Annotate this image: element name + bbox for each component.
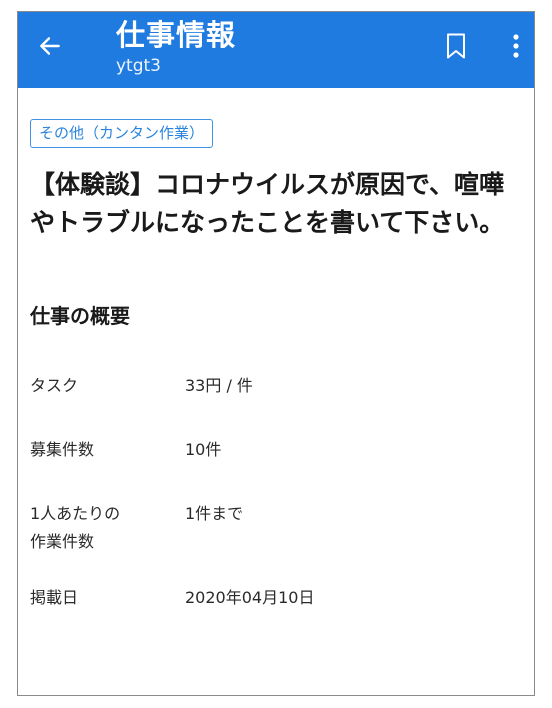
detail-label-task: タスク <box>30 376 79 395</box>
page-subtitle: ytgt3 <box>116 56 161 76</box>
bookmark-outline-icon <box>444 32 468 64</box>
app-bar-titles: 仕事情報 ytgt3 <box>116 16 236 78</box>
detail-row-posted-date: 掲載日 2020年04月10日 <box>30 584 534 612</box>
job-title: 【体験談】コロナウイルスが原因で、喧嘩やトラブルになったことを書いて下さい。 <box>30 170 505 237</box>
detail-label-recruit-count: 募集件数 <box>30 440 95 459</box>
app-bar: 仕事情報 ytgt3 <box>18 12 534 88</box>
detail-label-posted-date: 掲載日 <box>30 588 79 607</box>
detail-value-posted-date: 2020年04月10日 <box>185 588 315 607</box>
detail-value-recruit-count: 10件 <box>185 440 222 459</box>
more-vertical-icon <box>512 33 520 63</box>
detail-row-task: タスク 33円 / 件 <box>30 372 534 400</box>
arrow-left-icon <box>37 33 63 63</box>
detail-row-per-person-limit: 1人あたりの 作業件数 1件まで <box>30 500 534 556</box>
job-detail-content: その他（カンタン作業） 【体験談】コロナウイルスが原因で、喧嘩やトラブルになった… <box>18 88 534 612</box>
more-options-button[interactable] <box>501 30 531 66</box>
bookmark-button[interactable] <box>438 30 474 66</box>
page-title: 仕事情報 <box>116 18 237 52</box>
detail-row-recruit-count: 募集件数 10件 <box>30 436 534 464</box>
category-tag[interactable]: その他（カンタン作業） <box>30 119 214 148</box>
detail-value-per-person-limit: 1件まで <box>185 504 244 523</box>
overview-heading: 仕事の概要 <box>30 304 130 328</box>
detail-label-per-person-limit: 1人あたりの 作業件数 <box>30 504 121 551</box>
phone-screen: 仕事情報 ytgt3 その他（カンタン作業） 【体験談】コロナウイルスが原因で、… <box>17 11 535 696</box>
detail-value-task: 33円 / 件 <box>185 376 253 395</box>
back-button[interactable] <box>32 30 68 66</box>
